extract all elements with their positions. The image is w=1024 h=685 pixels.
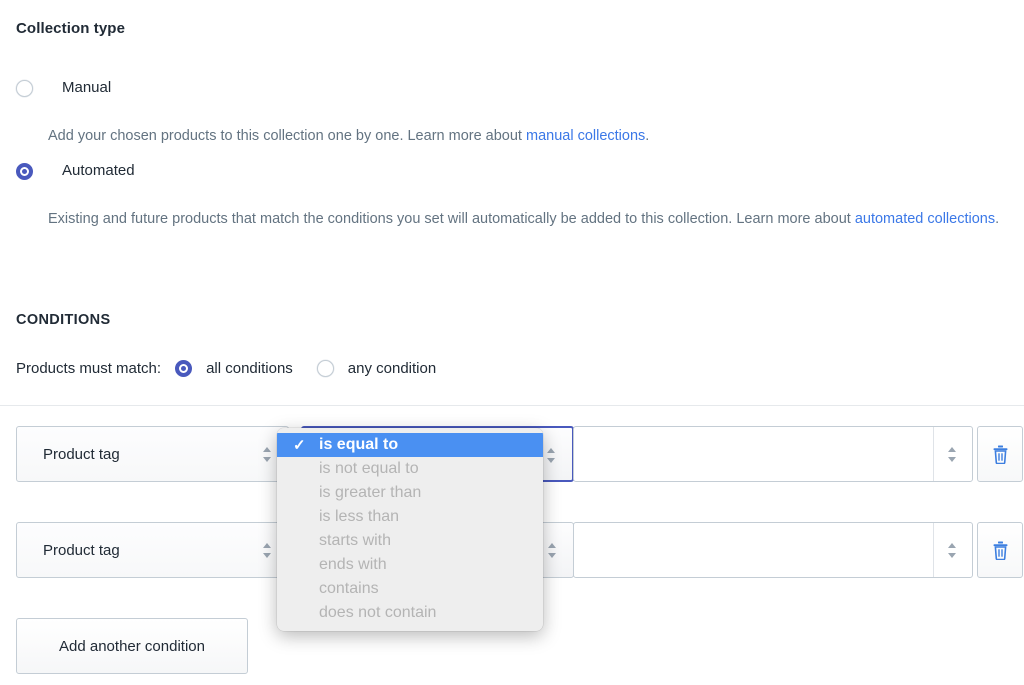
updown-chevron-icon[interactable] bbox=[947, 541, 959, 561]
condition-value-input-2[interactable] bbox=[573, 522, 973, 578]
radio-manual-indicator[interactable] bbox=[16, 80, 33, 97]
automated-collections-link[interactable]: automated collections bbox=[855, 211, 995, 227]
automated-description-text-before: Existing and future products that match … bbox=[48, 211, 855, 227]
operator-option-is-less-than[interactable]: is less than bbox=[277, 505, 543, 529]
radio-automated-label: Automated bbox=[62, 162, 135, 179]
manual-description: Add your chosen products to this collect… bbox=[48, 120, 998, 153]
check-icon: ✓ bbox=[293, 437, 306, 454]
radio-automated-indicator[interactable] bbox=[16, 163, 33, 180]
products-must-match-row: Products must match: all conditions any … bbox=[16, 360, 436, 377]
operator-option-label: is equal to bbox=[319, 436, 399, 453]
automated-description-text-after: . bbox=[995, 211, 1000, 227]
updown-chevron-icon bbox=[546, 446, 558, 466]
manual-description-text-after: . bbox=[645, 128, 650, 144]
trash-icon bbox=[993, 445, 1007, 464]
conditions-heading: CONDITIONS bbox=[16, 312, 111, 328]
condition-field-select-2[interactable]: Product tag bbox=[16, 522, 289, 578]
page-title: Collection type bbox=[16, 20, 126, 37]
updown-chevron-icon[interactable] bbox=[947, 445, 959, 465]
value-input-divider bbox=[933, 427, 934, 481]
operator-option-label: ends with bbox=[319, 556, 387, 573]
radio-any-condition-indicator[interactable] bbox=[316, 360, 334, 377]
add-another-condition-label: Add another condition bbox=[59, 637, 205, 655]
radio-option-manual[interactable]: Manual bbox=[16, 78, 111, 98]
radio-manual-label: Manual bbox=[62, 79, 112, 96]
add-another-condition-button[interactable]: Add another condition bbox=[16, 618, 248, 674]
operator-option-is-not-equal-to[interactable]: is not equal to bbox=[277, 457, 543, 481]
trash-icon bbox=[993, 541, 1007, 560]
operator-option-contains[interactable]: contains bbox=[277, 577, 543, 601]
products-must-match-label: Products must match: bbox=[16, 360, 162, 377]
operator-option-label: does not contain bbox=[319, 604, 437, 621]
operator-option-label: is less than bbox=[319, 508, 400, 525]
condition-field-select-1[interactable]: Product tag bbox=[16, 426, 289, 482]
delete-condition-button-2[interactable] bbox=[977, 522, 1023, 578]
operator-option-starts-with[interactable]: starts with bbox=[277, 529, 543, 553]
radio-all-conditions-label: all conditions bbox=[206, 360, 293, 377]
manual-collections-link[interactable]: manual collections bbox=[526, 128, 645, 144]
condition-value-input-1[interactable] bbox=[573, 426, 973, 482]
operator-option-label: starts with bbox=[319, 532, 392, 549]
operator-option-label: is not equal to bbox=[319, 460, 419, 477]
operator-option-does-not-contain[interactable]: does not contain bbox=[277, 601, 543, 625]
delete-condition-button-1[interactable] bbox=[977, 426, 1023, 482]
condition-field-value-2: Product tag bbox=[43, 541, 120, 559]
operator-option-label: is greater than bbox=[319, 484, 422, 501]
radio-any-condition-label: any condition bbox=[347, 360, 437, 377]
radio-option-automated[interactable]: Automated bbox=[16, 161, 135, 181]
radio-all-conditions-indicator[interactable] bbox=[175, 360, 193, 377]
updown-chevron-icon bbox=[262, 445, 274, 465]
condition-field-value-1: Product tag bbox=[43, 445, 120, 463]
operator-option-ends-with[interactable]: ends with bbox=[277, 553, 543, 577]
updown-chevron-icon bbox=[547, 541, 559, 561]
operator-option-is-greater-than[interactable]: is greater than bbox=[277, 481, 543, 505]
value-input-divider bbox=[933, 523, 934, 577]
operator-option-is-equal-to[interactable]: ✓ is equal to bbox=[277, 433, 543, 457]
updown-chevron-icon bbox=[262, 541, 274, 561]
operator-dropdown-menu[interactable]: ✓ is equal to is not equal to is greater th… bbox=[277, 428, 543, 631]
automated-description: Existing and future products that match … bbox=[48, 203, 1008, 236]
section-divider bbox=[0, 405, 1024, 406]
manual-description-text-before: Add your chosen products to this collect… bbox=[48, 128, 526, 144]
operator-option-label: contains bbox=[319, 580, 379, 597]
